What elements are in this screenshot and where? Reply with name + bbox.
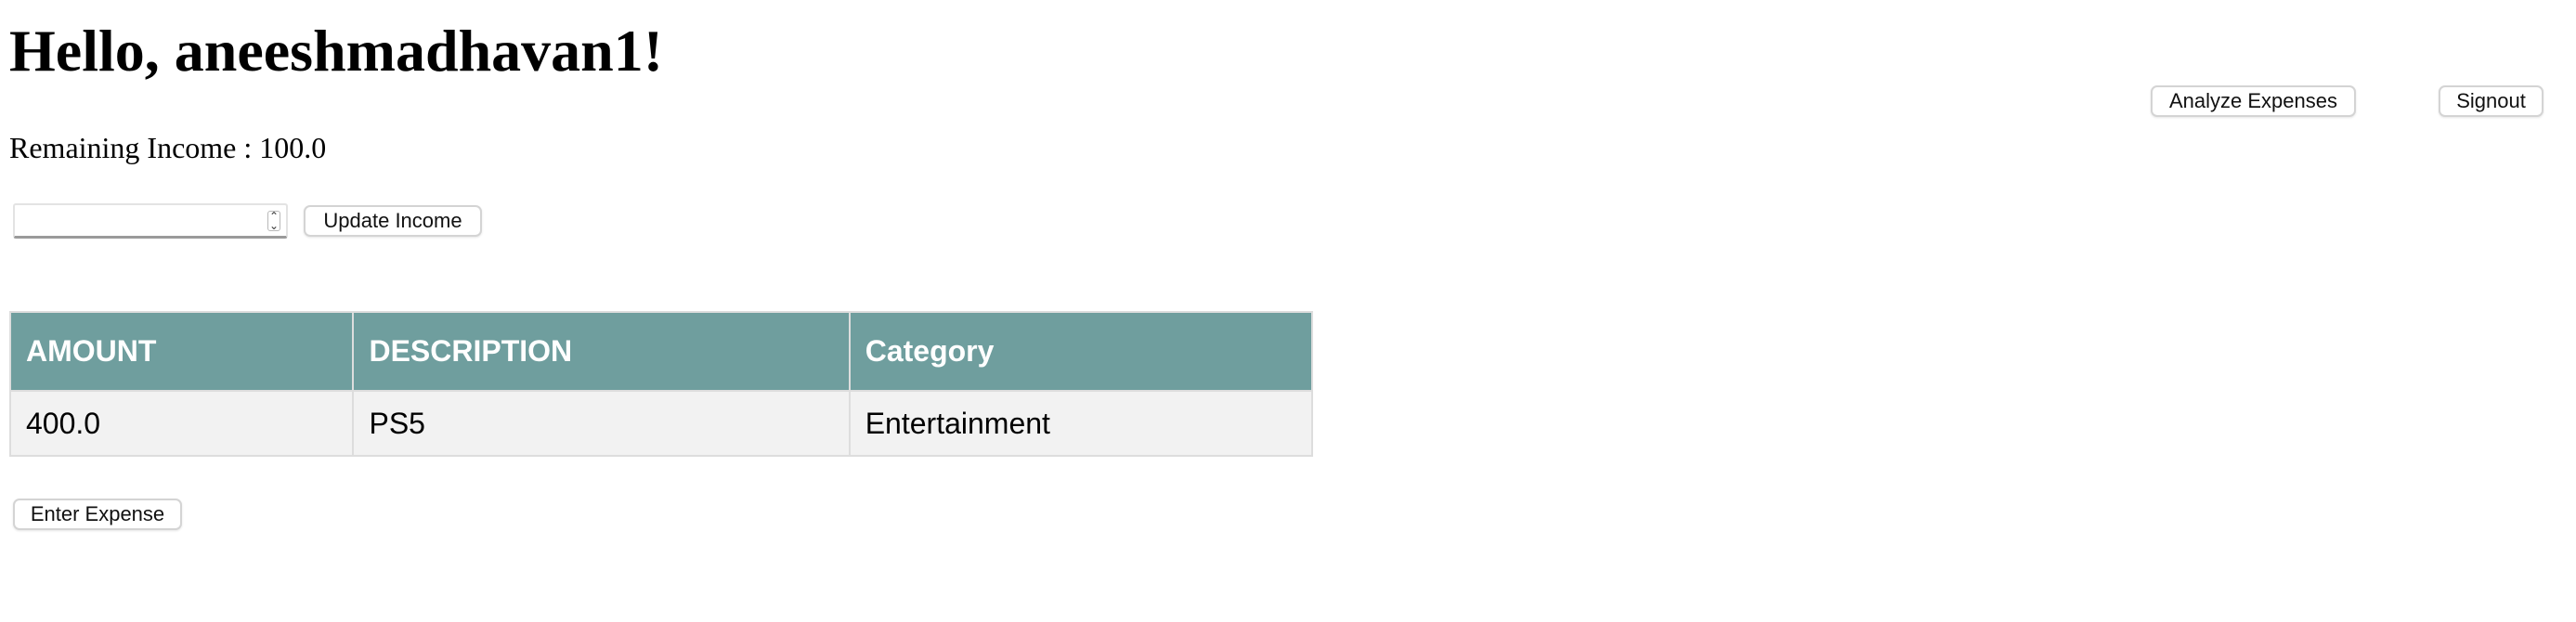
remaining-income-text: Remaining Income : 100.0 — [9, 131, 327, 164]
signout-button[interactable]: Signout — [2439, 85, 2543, 117]
income-number-input[interactable] — [15, 205, 256, 236]
enter-expense-button[interactable]: Enter Expense — [13, 499, 182, 530]
spinner-down-icon[interactable]: ⌄ — [269, 220, 279, 231]
greeting-heading: Hello, aneeshmadhavan1! — [9, 18, 664, 84]
expense-description-cell: PS5 — [352, 390, 851, 457]
column-header-category: Category — [848, 311, 1314, 392]
number-spinner[interactable]: ⌃ ⌄ — [267, 211, 280, 231]
expense-amount-cell: 400.0 — [8, 390, 355, 457]
expenses-table: AMOUNT DESCRIPTION Category 400.0 PS5 En… — [8, 311, 1314, 457]
table-header-row: AMOUNT DESCRIPTION Category — [8, 311, 1314, 392]
expense-category-cell: Entertainment — [848, 390, 1314, 457]
table-row: 400.0 PS5 Entertainment — [8, 390, 1314, 457]
update-income-button[interactable]: Update Income — [304, 205, 482, 237]
column-header-amount: AMOUNT — [8, 311, 355, 392]
column-header-description: DESCRIPTION — [352, 311, 851, 392]
analyze-expenses-button[interactable]: Analyze Expenses — [2151, 85, 2356, 117]
income-input-field[interactable]: ⌃ ⌄ — [13, 203, 288, 239]
